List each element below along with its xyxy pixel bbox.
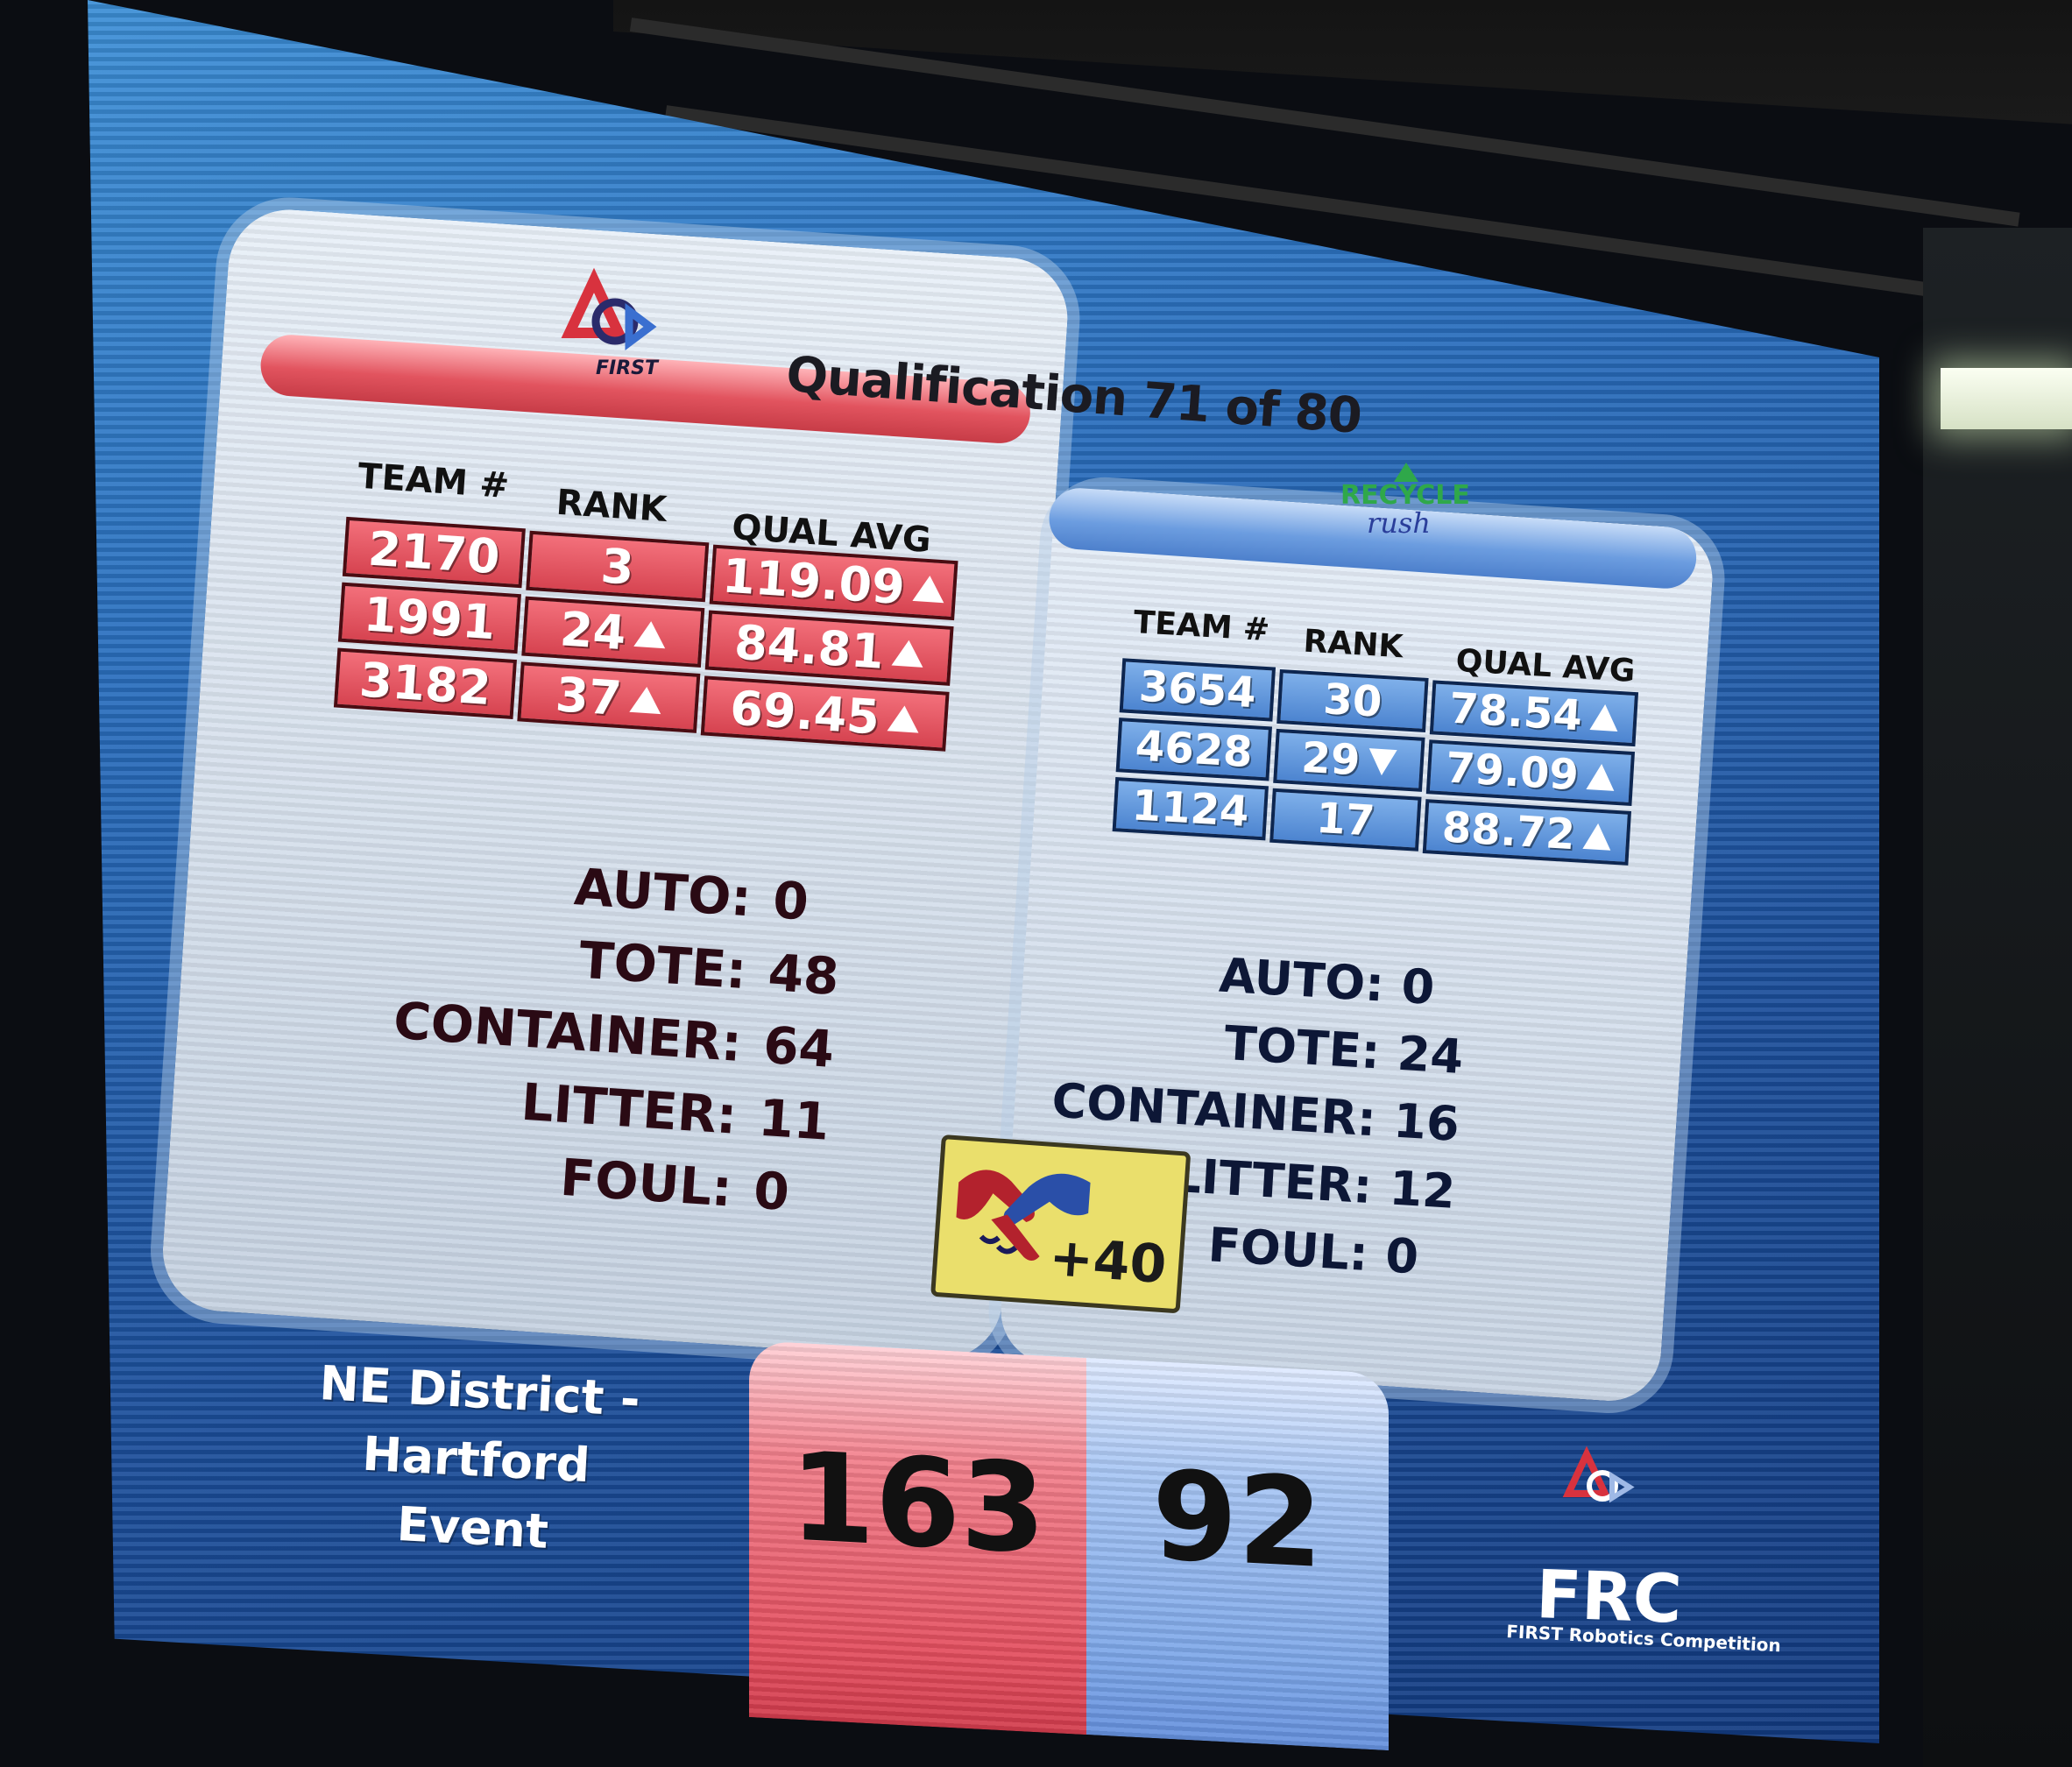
blue-rank: 17 <box>1269 788 1422 852</box>
red-stat-value: 0 <box>771 870 810 932</box>
trend-up-icon <box>629 685 663 715</box>
blue-score-box: 92 <box>1086 1358 1389 1751</box>
blue-team-number: 4628 <box>1115 717 1272 781</box>
event-name: NE District - Hartford Event <box>226 1345 726 1575</box>
trend-down-icon <box>1368 748 1398 777</box>
blue-rank: 29 <box>1273 728 1425 792</box>
red-stat-value: 48 <box>766 942 841 1007</box>
red-rank: 24 <box>521 596 705 668</box>
blue-stat-value: 0 <box>1383 1227 1420 1285</box>
trend-up-icon <box>912 574 946 604</box>
red-stat-value: 64 <box>761 1014 837 1079</box>
svg-text:FIRST: FIRST <box>596 357 660 379</box>
blue-rank: 30 <box>1276 668 1429 732</box>
red-rank: 37 <box>517 661 701 733</box>
first-logo: FIRST <box>561 267 660 379</box>
red-score: 163 <box>789 1425 1046 1582</box>
red-stat-value: 0 <box>752 1160 791 1222</box>
blue-stat-value: 12 <box>1388 1160 1457 1219</box>
red-team-number: 3182 <box>333 647 517 719</box>
red-rank: 3 <box>526 530 710 603</box>
trend-up-icon <box>891 639 925 668</box>
blue-score: 92 <box>1152 1444 1323 1597</box>
coopertition-points: +40 <box>1047 1226 1169 1297</box>
trend-up-icon <box>887 704 921 733</box>
trend-up-icon <box>1586 763 1616 791</box>
red-header-rank: RANK <box>555 482 668 531</box>
venue-wall <box>1923 228 2072 1767</box>
blue-stat-value: 16 <box>1391 1092 1461 1152</box>
blue-team-number: 3654 <box>1119 658 1276 722</box>
blue-stat-value: 24 <box>1396 1025 1466 1085</box>
red-stat-value: 11 <box>756 1087 831 1152</box>
red-team-number: 1991 <box>337 582 521 654</box>
red-team-number: 2170 <box>342 516 526 589</box>
blue-stat-value: 0 <box>1399 958 1437 1016</box>
coopertition-badge: +40 <box>930 1134 1192 1314</box>
trend-up-icon <box>1582 822 1613 851</box>
recycle-rush-logo: RECYCLE rush <box>1340 463 1470 540</box>
trend-up-icon <box>633 619 668 649</box>
trend-up-icon <box>1589 703 1620 732</box>
event-name-line1: NE District - Hartford <box>318 1355 642 1494</box>
ceiling-light <box>1941 368 2072 429</box>
blue-team-number: 1124 <box>1112 777 1269 841</box>
blue-header-rank: RANK <box>1302 623 1404 666</box>
frc-logo <box>1562 1445 1635 1503</box>
red-score-box: 163 <box>749 1340 1086 1735</box>
svg-text:rush: rush <box>1367 506 1431 540</box>
